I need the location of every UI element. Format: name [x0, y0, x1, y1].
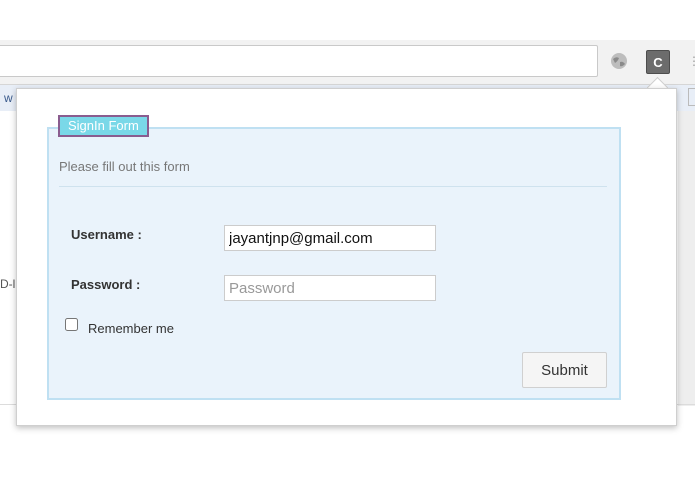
- browser-window: C ⋮ w D-l SignIn Form Please fill out th…: [0, 0, 695, 494]
- remember-me-label: Remember me: [88, 321, 174, 336]
- form-divider: [59, 186, 607, 187]
- submit-button[interactable]: Submit: [522, 352, 607, 388]
- page-text-fragment: D-l: [0, 277, 16, 291]
- extension-c-icon[interactable]: C: [646, 50, 670, 74]
- remember-me-checkbox[interactable]: [65, 318, 78, 331]
- address-bar[interactable]: [0, 45, 598, 77]
- username-input[interactable]: [224, 225, 436, 251]
- username-label: Username :: [71, 227, 142, 242]
- other-bookmarks-icon[interactable]: [688, 88, 695, 106]
- bookmark-item[interactable]: w: [4, 91, 13, 105]
- form-legend: SignIn Form: [58, 115, 149, 137]
- password-input[interactable]: [224, 275, 436, 301]
- globe-extension-icon[interactable]: [609, 51, 629, 71]
- browser-toolbar: [0, 40, 695, 85]
- toolbar-overflow-icon[interactable]: ⋮: [688, 54, 695, 70]
- extension-popup: SignIn Form Please fill out this form Us…: [16, 88, 677, 426]
- page-scrollbar[interactable]: [678, 111, 695, 406]
- password-label: Password :: [71, 277, 141, 292]
- form-hint: Please fill out this form: [59, 159, 190, 174]
